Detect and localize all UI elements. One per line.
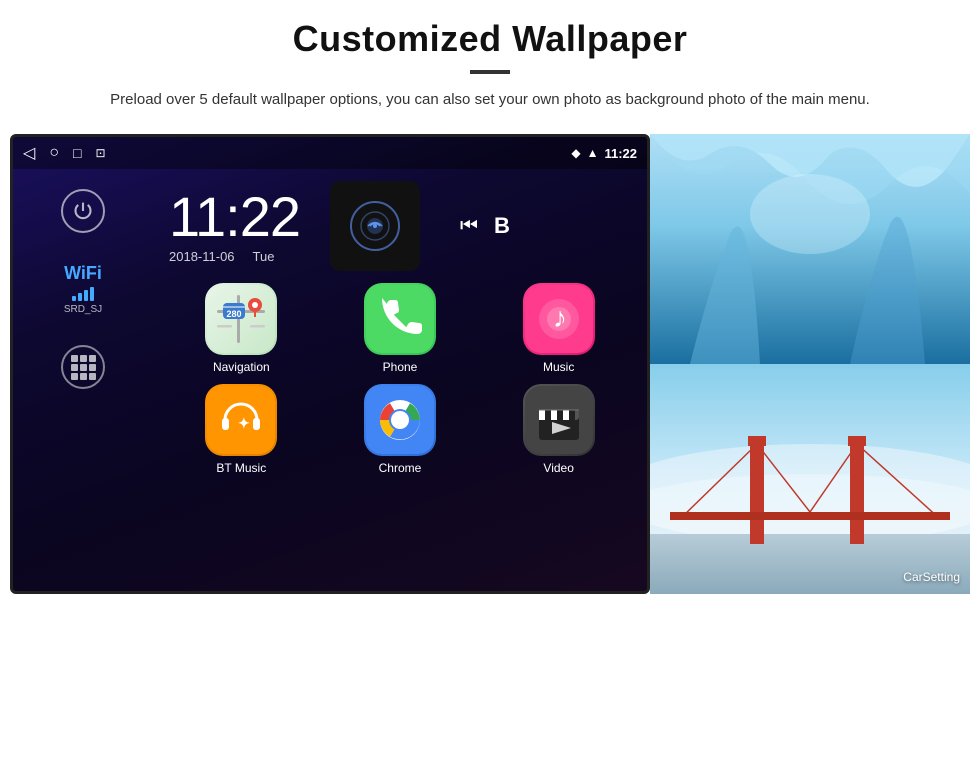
app-item-video[interactable]: Video <box>484 384 633 475</box>
music-app-label: Music <box>543 360 574 374</box>
status-bar: ◁ ○ □ ⊡ ◆ ▲ 11:22 <box>13 137 647 169</box>
page-title: Customized Wallpaper <box>293 18 688 60</box>
clock-section: 11:22 2018-11-06 Tue <box>153 169 647 277</box>
wifi-icon: ▲ <box>587 146 599 160</box>
wifi-bar-3 <box>84 290 88 301</box>
title-divider <box>470 70 510 74</box>
car-setting-label: CarSetting <box>903 570 960 584</box>
wifi-bar-4 <box>90 287 94 301</box>
clock-date-value: 2018-11-06 <box>169 249 235 264</box>
app-item-music[interactable]: ♪ Music <box>484 283 633 374</box>
clock-time: 11:22 <box>169 189 300 245</box>
chrome-app-label: Chrome <box>379 461 422 475</box>
wifi-signal-bars <box>72 287 94 301</box>
wifi-ssid: SRD_SJ <box>64 304 102 315</box>
main-area: 11:22 2018-11-06 Tue <box>153 169 647 591</box>
page-description: Preload over 5 default wallpaper options… <box>110 88 870 112</box>
media-icon <box>350 201 400 251</box>
status-time: 11:22 <box>604 146 637 161</box>
chrome-app-icon <box>364 384 436 456</box>
svg-text:✦: ✦ <box>238 415 250 431</box>
music-app-icon: ♪ <box>523 283 595 355</box>
track-label: B <box>494 213 510 239</box>
svg-text:280: 280 <box>227 309 242 319</box>
recents-icon[interactable]: □ <box>73 145 81 161</box>
android-screen: ◁ ○ □ ⊡ ◆ ▲ 11:22 <box>10 134 650 594</box>
wifi-bar-2 <box>78 293 82 301</box>
left-sidebar: WiFi SRD_SJ <box>13 169 153 591</box>
location-icon: ◆ <box>571 146 580 160</box>
prev-track-icon[interactable]: ⏮ <box>460 215 478 238</box>
power-button[interactable] <box>61 189 105 233</box>
back-icon[interactable]: ◁ <box>23 143 35 163</box>
clock-day: Tue <box>253 249 275 264</box>
wifi-widget: WiFi SRD_SJ <box>64 263 102 315</box>
nav-buttons: ◁ ○ □ ⊡ <box>23 143 106 163</box>
app-grid: 280 Navigation <box>153 277 647 481</box>
clock-date: 2018-11-06 Tue <box>169 249 300 264</box>
video-app-icon <box>523 384 595 456</box>
status-bar-right: ◆ ▲ 11:22 <box>571 146 637 161</box>
apps-button[interactable] <box>61 345 105 389</box>
media-widget <box>330 181 420 271</box>
svg-text:♪: ♪ <box>553 302 567 333</box>
wifi-label: WiFi <box>64 263 102 284</box>
apps-grid-icon <box>71 355 96 380</box>
media-controls: ⏮ B <box>460 213 510 239</box>
wallpaper-thumbnails: CarSetting <box>650 134 970 594</box>
clock-info: 11:22 2018-11-06 Tue <box>169 189 300 264</box>
page-wrapper: Customized Wallpaper Preload over 5 defa… <box>0 0 980 594</box>
main-content: ◁ ○ □ ⊡ ◆ ▲ 11:22 <box>10 134 970 594</box>
video-app-label: Video <box>543 461 573 475</box>
app-item-bt-music[interactable]: ✦ BT Music <box>167 384 316 475</box>
phone-app-label: Phone <box>383 360 418 374</box>
app-item-navigation[interactable]: 280 Navigation <box>167 283 316 374</box>
navigation-app-label: Navigation <box>213 360 270 374</box>
bt-music-app-label: BT Music <box>216 461 266 475</box>
wifi-bar-1 <box>72 296 76 301</box>
app-item-phone[interactable]: Phone <box>326 283 475 374</box>
app-item-chrome[interactable]: Chrome <box>326 384 475 475</box>
wallpaper-thumb-bridge[interactable]: CarSetting <box>650 364 970 594</box>
phone-app-icon <box>364 283 436 355</box>
home-icon[interactable]: ○ <box>49 144 59 162</box>
wallpaper-thumb-ice[interactable] <box>650 134 970 364</box>
navigation-app-icon: 280 <box>205 283 277 355</box>
screenshot-icon[interactable]: ⊡ <box>95 146 105 160</box>
bt-music-app-icon: ✦ <box>205 384 277 456</box>
